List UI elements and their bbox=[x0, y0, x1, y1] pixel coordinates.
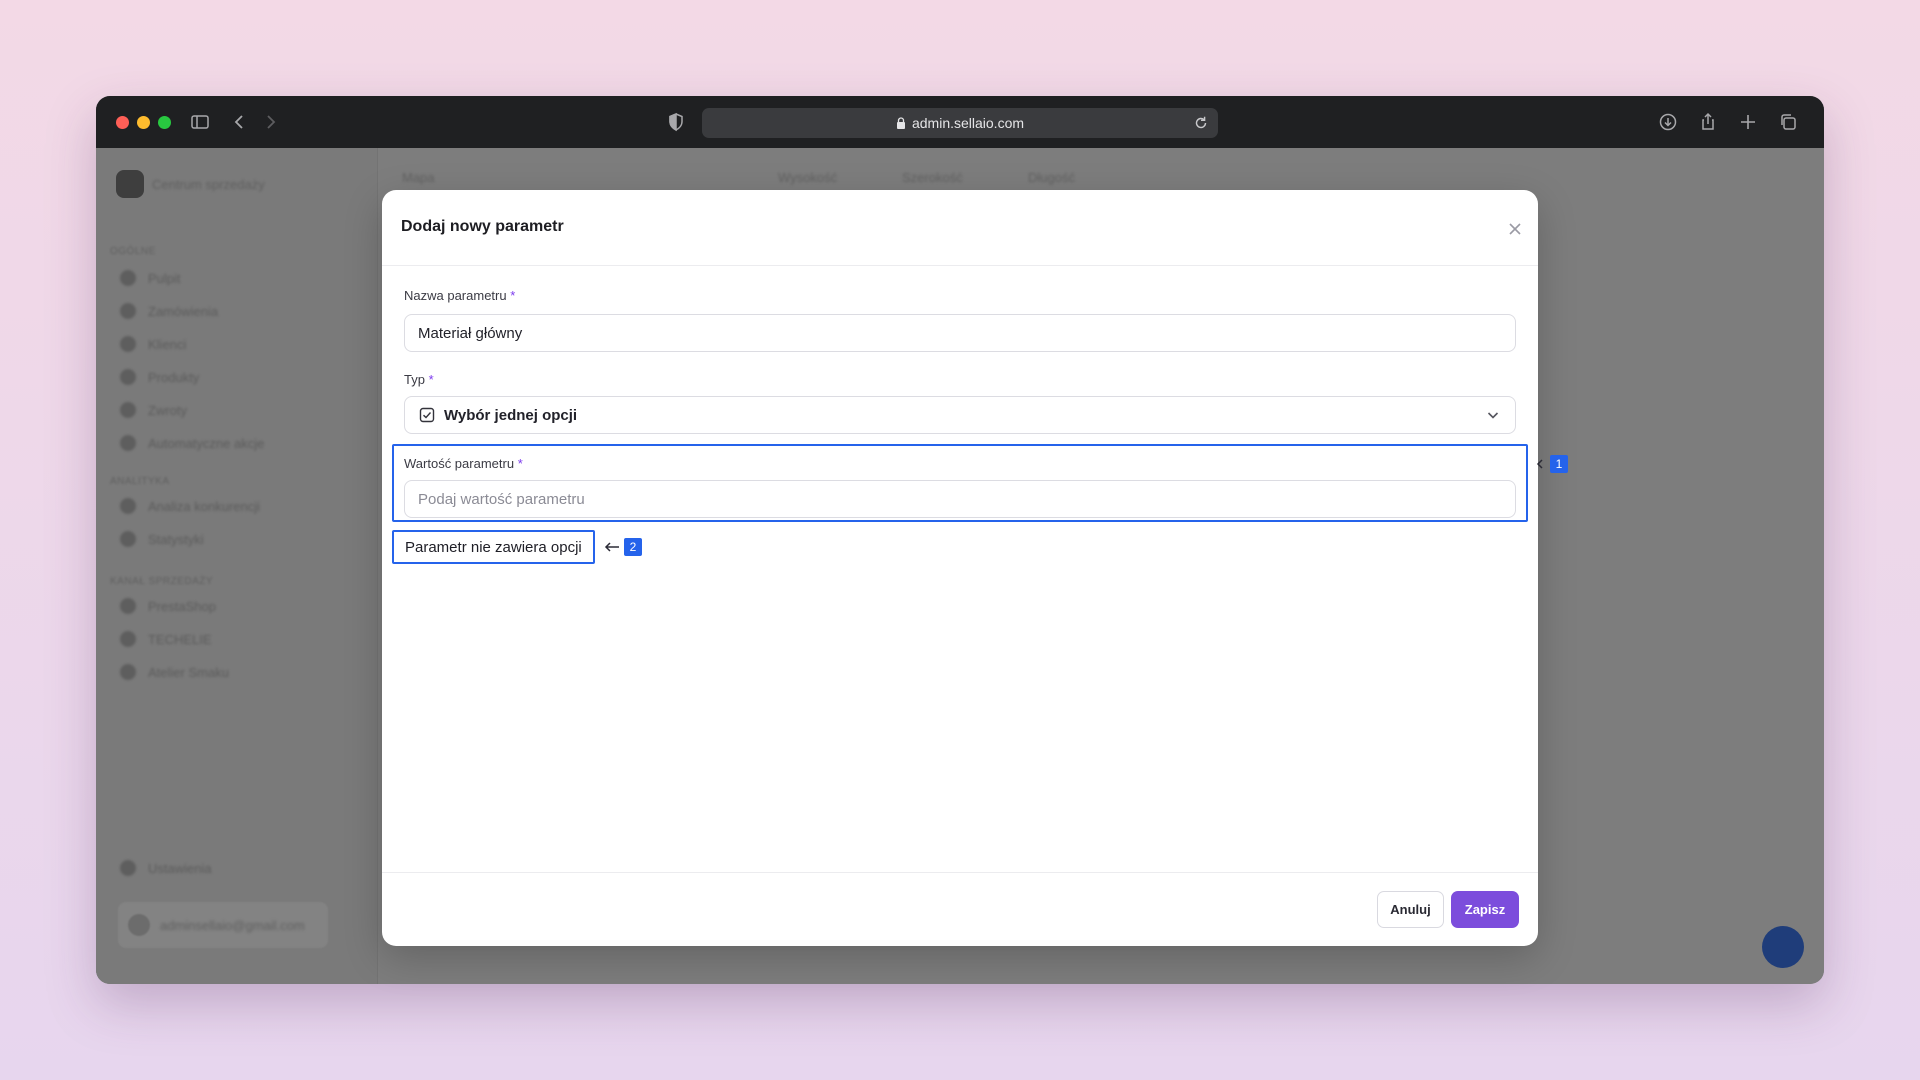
sidebar-item[interactable]: Atelier Smaku bbox=[120, 664, 229, 680]
annotation-number: 2 bbox=[624, 538, 642, 556]
channel-icon bbox=[120, 664, 136, 680]
logo-mark-icon bbox=[116, 170, 144, 198]
user-email: adminsellaio@gmail.com bbox=[160, 917, 305, 933]
type-select-value: Wybór jednej opcji bbox=[444, 406, 578, 424]
save-button[interactable]: Zapisz bbox=[1451, 891, 1519, 928]
download-icon[interactable] bbox=[1656, 110, 1680, 134]
menu-item-icon bbox=[120, 369, 136, 385]
table-header: Szerokość bbox=[902, 170, 963, 185]
sidebar-item[interactable]: Zwroty bbox=[120, 402, 187, 418]
no-options-message: Parametr nie zawiera opcji bbox=[392, 530, 595, 564]
new-tab-icon[interactable] bbox=[1736, 110, 1760, 134]
back-icon[interactable] bbox=[228, 110, 252, 134]
parameter-value-label: Wartość parametru * bbox=[404, 456, 523, 471]
reload-icon[interactable] bbox=[1192, 114, 1210, 132]
sidebar-toggle-icon[interactable] bbox=[188, 110, 212, 134]
table-header: Wysokość bbox=[778, 170, 838, 185]
privacy-shield-icon[interactable] bbox=[664, 110, 688, 134]
gear-icon bbox=[120, 860, 136, 876]
dialog-header: Dodaj nowy parametr bbox=[382, 190, 1538, 266]
arrow-left-icon bbox=[1536, 459, 1543, 469]
menu-item-icon bbox=[120, 303, 136, 319]
sidebar-section-heading: KANAŁ SPRZEDAŻY bbox=[110, 576, 214, 587]
menu-item-icon bbox=[120, 270, 136, 286]
maximize-window-button[interactable] bbox=[158, 116, 171, 129]
menu-item-icon bbox=[120, 336, 136, 352]
dialog-title: Dodaj nowy parametr bbox=[401, 218, 564, 235]
annotation-marker-1: 1 bbox=[1536, 455, 1568, 473]
cancel-button[interactable]: Anuluj bbox=[1377, 891, 1444, 928]
required-marker: * bbox=[428, 372, 434, 387]
menu-item-icon bbox=[120, 531, 136, 547]
type-select[interactable]: Wybór jednej opcji bbox=[404, 396, 1516, 434]
table-header: Długość bbox=[1028, 170, 1075, 185]
parameter-name-input[interactable] bbox=[404, 314, 1516, 352]
menu-item-icon bbox=[120, 402, 136, 418]
sidebar-item[interactable]: Statystyki bbox=[120, 531, 204, 547]
required-marker: * bbox=[517, 456, 523, 471]
channel-icon bbox=[120, 631, 136, 647]
url-text: admin.sellaio.com bbox=[911, 115, 1025, 131]
share-icon[interactable] bbox=[1696, 110, 1720, 134]
sidebar-item[interactable]: Pulpit bbox=[120, 270, 181, 286]
tab-overview-icon[interactable] bbox=[1776, 110, 1800, 134]
checkbox-icon bbox=[419, 407, 435, 423]
sidebar-section-heading: ANALITYKA bbox=[110, 476, 170, 487]
address-bar[interactable]: admin.sellaio.com bbox=[702, 108, 1218, 138]
type-label: Typ * bbox=[404, 372, 434, 387]
add-parameter-dialog: Dodaj nowy parametr Nazwa parametru * Ty… bbox=[382, 190, 1538, 946]
menu-item-icon bbox=[120, 435, 136, 451]
sidebar-item[interactable]: PrestaShop bbox=[120, 598, 216, 614]
browser-titlebar: admin.sellaio.com bbox=[96, 96, 1824, 148]
chevron-down-icon bbox=[1487, 412, 1499, 419]
channel-icon bbox=[120, 598, 136, 614]
sidebar-item[interactable]: Analiza konkurencji bbox=[120, 498, 260, 514]
sidebar-item[interactable]: Zamówienia bbox=[120, 303, 218, 319]
user-menu[interactable]: adminsellaio@gmail.com bbox=[118, 902, 328, 948]
sidebar-item[interactable]: TECHELIE bbox=[120, 631, 212, 647]
sidebar-title: Centrum sprzedaży bbox=[152, 176, 265, 192]
annotation-marker-2: 2 bbox=[604, 538, 642, 556]
app-logo: Centrum sprzedaży bbox=[116, 170, 265, 198]
sidebar-section-heading: OGÓLNE bbox=[110, 246, 156, 257]
forward-icon[interactable] bbox=[258, 110, 282, 134]
parameter-name-label: Nazwa parametru * bbox=[404, 288, 516, 303]
annotation-number: 1 bbox=[1550, 455, 1568, 473]
close-window-button[interactable] bbox=[116, 116, 129, 129]
table-header: Mapa bbox=[402, 170, 435, 185]
sidebar-item-settings[interactable]: Ustawienia bbox=[120, 860, 212, 876]
sidebar-item[interactable]: Klienci bbox=[120, 336, 186, 352]
arrow-left-icon bbox=[604, 542, 619, 552]
sidebar-item[interactable]: Produkty bbox=[120, 369, 199, 385]
close-icon[interactable] bbox=[1506, 220, 1524, 238]
chat-widget-button[interactable] bbox=[1762, 926, 1804, 968]
sidebar-item[interactable]: Automatyczne akcje bbox=[120, 435, 264, 451]
lock-icon bbox=[896, 117, 905, 129]
dialog-footer: Anuluj Zapisz bbox=[382, 872, 1538, 946]
required-marker: * bbox=[510, 288, 516, 303]
sidebar: Centrum sprzedaży OGÓLNE Pulpit Zamówien… bbox=[96, 148, 378, 984]
minimize-window-button[interactable] bbox=[137, 116, 150, 129]
parameter-value-input[interactable] bbox=[404, 480, 1516, 518]
window-controls bbox=[116, 116, 171, 129]
avatar bbox=[128, 914, 150, 936]
menu-item-icon bbox=[120, 498, 136, 514]
